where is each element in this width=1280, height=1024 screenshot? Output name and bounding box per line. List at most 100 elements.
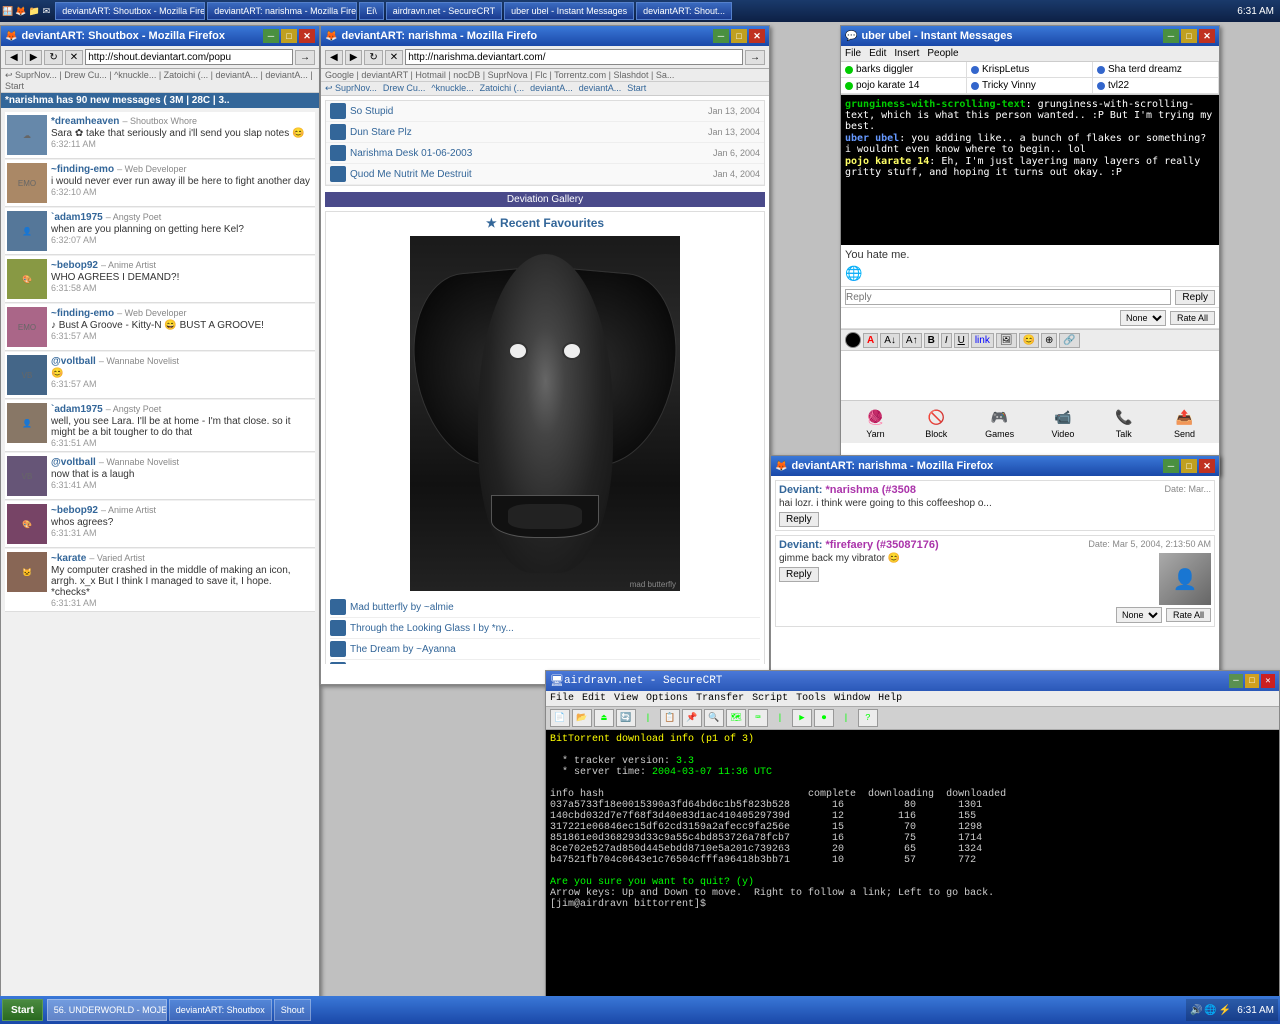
- tb-btn-narishma[interactable]: deviantART: narishma - Mozilla Firefo: [207, 2, 357, 20]
- close-button[interactable]: ✕: [1199, 459, 1215, 473]
- video-action[interactable]: 📹 Video: [1051, 405, 1075, 439]
- maximize-button[interactable]: □: [1245, 674, 1259, 688]
- im-contact-1[interactable]: KrispLetus: [967, 62, 1093, 78]
- fav-title-2[interactable]: The Dream by ~Ayanna: [350, 644, 456, 655]
- taskbar-item-shoutbox[interactable]: deviantART: Shoutbox: [169, 999, 272, 1021]
- go-button[interactable]: →: [295, 50, 315, 65]
- rate-dropdown-2[interactable]: None: [1116, 607, 1162, 623]
- menu-window-sct[interactable]: Window: [834, 693, 870, 704]
- link-btn-2[interactable]: 🔗: [1059, 333, 1079, 348]
- maximize-button[interactable]: □: [731, 29, 747, 43]
- font-color-a[interactable]: A: [863, 333, 878, 348]
- da-link-zatoichi[interactable]: Zatoichi (...: [480, 83, 525, 94]
- sct-copy[interactable]: 📋: [660, 709, 680, 727]
- forward-button[interactable]: ▶: [25, 50, 43, 65]
- da-link-drewcu[interactable]: Drew Cu...: [383, 83, 426, 94]
- fav-image[interactable]: mad butterfly: [410, 236, 680, 591]
- menu-script-sct[interactable]: Script: [752, 693, 788, 704]
- send-action[interactable]: 📤 Send: [1173, 405, 1197, 439]
- reload-button-2[interactable]: ↻: [364, 50, 382, 65]
- link-btn[interactable]: link: [971, 333, 994, 348]
- dev-title-2[interactable]: Narishma Desk 01-06-2003: [350, 148, 713, 159]
- yarn-action[interactable]: 🧶 Yarn: [863, 405, 887, 439]
- reply-input-1[interactable]: [845, 289, 1171, 305]
- rate-dropdown-1[interactable]: None: [1120, 310, 1166, 326]
- minimize-button[interactable]: ─: [263, 29, 279, 43]
- im-contact-2[interactable]: Sha terd dreamz: [1093, 62, 1219, 78]
- menu-edit-sct[interactable]: Edit: [582, 693, 606, 704]
- games-action[interactable]: 🎮 Games: [985, 405, 1014, 439]
- close-button[interactable]: ✕: [1199, 29, 1215, 43]
- sct-new[interactable]: 📄: [550, 709, 570, 727]
- menu-options-sct[interactable]: Options: [646, 693, 688, 704]
- im-contact-5[interactable]: tvl22: [1093, 78, 1219, 94]
- reply-button-1[interactable]: Reply: [1175, 290, 1215, 305]
- sct-record[interactable]: ⏺: [814, 709, 834, 727]
- deviation-row-3[interactable]: Quod Me Nutrit Me DestruitJan 4, 2004: [326, 164, 764, 185]
- start-button[interactable]: Start: [2, 999, 43, 1021]
- tb-btn-shoutbox[interactable]: deviantART: Shoutbox - Mozilla Firefox: [55, 2, 205, 20]
- menu-edit[interactable]: Edit: [869, 48, 886, 59]
- sct-reconnect[interactable]: 🔄: [616, 709, 636, 727]
- reload-button[interactable]: ↻: [44, 50, 62, 65]
- deviation-row-1[interactable]: Dun Stare PlzJan 13, 2004: [326, 122, 764, 143]
- sct-paste[interactable]: 📌: [682, 709, 702, 727]
- da-link-knuckle[interactable]: ^knuckle...: [431, 83, 473, 94]
- minimize-button[interactable]: ─: [1163, 29, 1179, 43]
- sct-find[interactable]: 🔍: [704, 709, 724, 727]
- taskbar-item-shout2[interactable]: Shout: [274, 999, 312, 1021]
- address-bar-2[interactable]: [405, 49, 743, 65]
- sct-map[interactable]: 🗺: [726, 709, 746, 727]
- back-button-2[interactable]: ◀: [325, 50, 343, 65]
- menu-file[interactable]: File: [845, 48, 861, 59]
- stop-button-2[interactable]: ✕: [385, 50, 403, 65]
- menu-insert[interactable]: Insert: [894, 48, 919, 59]
- menu-transfer-sct[interactable]: Transfer: [696, 693, 744, 704]
- maximize-button[interactable]: □: [1181, 459, 1197, 473]
- reply-btn-2[interactable]: Reply: [779, 567, 819, 582]
- font-size-up[interactable]: A↑: [902, 333, 922, 348]
- go-button-2[interactable]: →: [745, 50, 765, 65]
- sct-help[interactable]: ?: [858, 709, 878, 727]
- taskbar-item-media[interactable]: 56. UNDERWORLD - MOJER: [47, 999, 167, 1021]
- securecrt-terminal[interactable]: BitTorrent download info (p1 of 3) * tra…: [546, 730, 1279, 997]
- menu-tools-sct[interactable]: Tools: [796, 693, 826, 704]
- deviation-row-2[interactable]: Narishma Desk 01-06-2003Jan 6, 2004: [326, 143, 764, 164]
- minimize-button[interactable]: ─: [713, 29, 729, 43]
- sct-disconnect[interactable]: ⏏: [594, 709, 614, 727]
- image-btn[interactable]: 🖼: [996, 333, 1017, 348]
- more-btn[interactable]: ⊕: [1041, 333, 1057, 348]
- close-button[interactable]: ✕: [299, 29, 315, 43]
- start-orb[interactable]: 🪟: [2, 6, 13, 17]
- menu-people[interactable]: People: [927, 48, 958, 59]
- maximize-button[interactable]: □: [1181, 29, 1197, 43]
- menu-help-sct[interactable]: Help: [878, 693, 902, 704]
- back-button[interactable]: ◀: [5, 50, 23, 65]
- dev-title-3[interactable]: Quod Me Nutrit Me Destruit: [350, 169, 713, 180]
- smiley-btn[interactable]: 😊: [1019, 333, 1039, 348]
- im-input-area[interactable]: [841, 351, 1219, 401]
- im-contact-3[interactable]: pojo karate 14: [841, 78, 967, 94]
- forward-button-2[interactable]: ▶: [345, 50, 363, 65]
- talk-action[interactable]: 📞 Talk: [1112, 405, 1136, 439]
- dev-title-1[interactable]: Dun Stare Plz: [350, 127, 708, 138]
- bold-btn[interactable]: B: [924, 333, 939, 348]
- sct-keymap[interactable]: ⌨: [748, 709, 768, 727]
- close-button[interactable]: ✕: [749, 29, 765, 43]
- sct-open[interactable]: 📂: [572, 709, 592, 727]
- menu-view-sct[interactable]: View: [614, 693, 638, 704]
- italic-btn[interactable]: I: [941, 333, 952, 348]
- minimize-button[interactable]: ─: [1163, 459, 1179, 473]
- font-size-down[interactable]: A↓: [880, 333, 900, 348]
- block-action[interactable]: 🚫 Block: [924, 405, 948, 439]
- fav-title-0[interactable]: Mad butterfly by ~almie: [350, 602, 454, 613]
- tb-btn-ei[interactable]: Ei\: [359, 2, 384, 20]
- address-bar[interactable]: [85, 49, 293, 65]
- da-link-deviant1[interactable]: deviantA...: [530, 83, 573, 94]
- stop-button[interactable]: ✕: [65, 50, 83, 65]
- minimize-button[interactable]: ─: [1229, 674, 1243, 688]
- tb-btn-im[interactable]: uber ubel - Instant Messages: [504, 2, 634, 20]
- maximize-button[interactable]: □: [281, 29, 297, 43]
- rate-all-btn-2[interactable]: Rate All: [1166, 608, 1211, 622]
- color-picker[interactable]: [845, 332, 861, 348]
